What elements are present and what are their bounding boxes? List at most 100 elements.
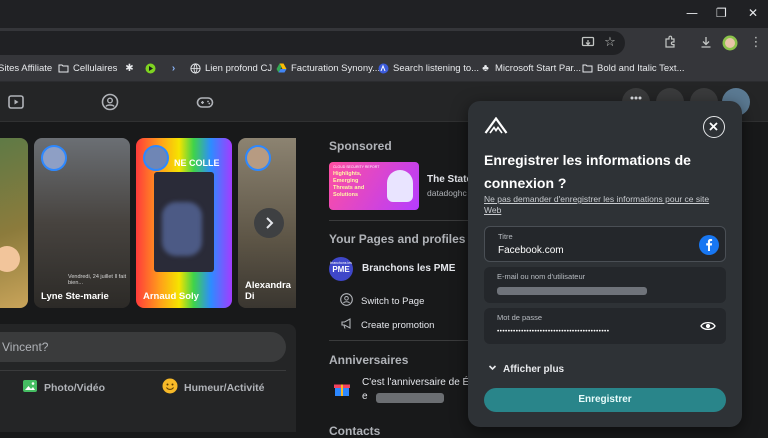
bookmark-label: Microsoft Start Par... (495, 63, 582, 74)
story-name: Alexandra Di (245, 280, 291, 302)
birthday-text-line2: e (362, 391, 368, 402)
bookmark-label: Lien profond CJ (205, 63, 273, 74)
birthday-text: C'est l'anniversaire de É (362, 377, 470, 388)
composer-placeholder: Vincent? (2, 340, 49, 354)
sponsored-header: Sponsored (329, 139, 392, 153)
url-field[interactable]: ☆ (0, 31, 625, 55)
close-window-button[interactable]: ✕ (748, 6, 758, 20)
extensions-icon[interactable] (662, 35, 678, 51)
bookmark-microsoft-start[interactable]: ♣ Microsoft Start Par... (480, 63, 581, 74)
bookmark-label: Cellulaires (73, 63, 118, 74)
post-composer: Vincent? Photo/Vidéo Humeur/Activité (0, 324, 296, 432)
ad-image[interactable]: CLOUD SECURITY REPORT Highlights, Emergi… (329, 162, 419, 210)
story-image (154, 172, 214, 272)
bookmark-label: Bold and Italic Text... (597, 63, 685, 74)
email-field[interactable]: E-mail ou nom d'utilisateur (484, 267, 726, 303)
bookmark-chevron[interactable]: › (168, 63, 179, 74)
title-field-label: Titre (498, 232, 513, 241)
bookmark-bug[interactable]: ✱ (124, 63, 135, 74)
chevron-down-icon (488, 363, 497, 375)
story-meta: Vendredi, 24 juillet Il fait bien... (68, 274, 127, 286)
play-icon (145, 63, 156, 74)
page-logo-small: branchons les (330, 261, 352, 265)
browser-titlebar: — ❐ ✕ (0, 0, 768, 28)
minimize-button[interactable]: — (686, 6, 698, 20)
stories-next-button[interactable] (254, 208, 284, 238)
story-overlay-text: NE COLLE (174, 158, 220, 168)
bookmark-label: Search listening to... (393, 63, 480, 74)
whats-on-your-mind-input[interactable]: Vincent? (0, 332, 286, 362)
bookmark-play[interactable] (145, 63, 156, 74)
create-promotion-row[interactable]: Create promotion (340, 317, 434, 333)
downloads-icon[interactable] (698, 35, 714, 51)
video-icon[interactable] (7, 93, 25, 111)
bookmark-label: Sites Affiliate (0, 63, 53, 74)
plant-icon: ♣ (482, 63, 489, 74)
gift-icon (333, 380, 351, 403)
story-card[interactable] (0, 138, 28, 308)
switch-to-page-label: Switch to Page (361, 295, 425, 307)
profile-avatar-icon[interactable] (722, 35, 738, 51)
folder-icon (58, 63, 69, 74)
never-ask-link[interactable]: Ne pas demander d'enregistrer les inform… (484, 194, 728, 216)
ad-image-caption: CLOUD SECURITY REPORT (333, 165, 380, 169)
ad-image-headline: Highlights, Emerging Threats and Solutio… (333, 171, 364, 199)
close-popup-button[interactable] (703, 116, 725, 138)
bookmark-cellulaires[interactable]: Cellulaires (58, 63, 117, 74)
megaphone-icon (340, 317, 353, 333)
story-name: Arnaud Soly (143, 291, 199, 302)
pages-header: Your Pages and profiles (329, 232, 466, 246)
globe-icon (190, 63, 201, 74)
save-login-popup: Enregistrer les informations de connexio… (468, 101, 742, 427)
page-logo[interactable]: branchons les PME (329, 257, 353, 281)
photo-video-button[interactable]: Photo/Vidéo (22, 378, 105, 397)
blurred-name (376, 393, 444, 403)
story-avatar (143, 145, 169, 171)
password-field-label: Mot de passe (497, 313, 543, 322)
facebook-icon (699, 235, 719, 260)
blurred-photo (162, 202, 202, 256)
bookmark-lien-profond[interactable]: Lien profond CJ (190, 63, 272, 74)
password-field[interactable]: Mot de passe •••••••••••••••••••••••••••… (484, 308, 726, 344)
smiley-icon (162, 378, 178, 397)
drive-icon (276, 63, 287, 74)
save-button[interactable]: Enregistrer (484, 388, 726, 412)
restore-button[interactable]: ❐ (716, 6, 727, 20)
story-card-lyne[interactable]: Vendredi, 24 juillet Il fait bien... Lyn… (34, 138, 130, 308)
folder-icon (582, 63, 593, 74)
install-app-icon[interactable] (580, 35, 596, 51)
mood-activity-button[interactable]: Humeur/Activité (162, 378, 265, 397)
bookmark-bold-italic[interactable]: Bold and Italic Text... (582, 63, 685, 74)
bookmark-search-listening[interactable]: Search listening to... (378, 63, 479, 74)
birthdays-header: Anniversaires (329, 353, 409, 367)
show-password-eye-icon[interactable] (700, 319, 716, 338)
ad-headline-line: Solutions (333, 192, 359, 198)
photo-icon (22, 378, 38, 397)
ad-domain: datadoghc (427, 188, 467, 198)
bookmark-sites-affiliate[interactable]: Sites Affiliate (0, 63, 52, 74)
menu-icon[interactable]: ⋮ (748, 35, 764, 51)
contacts-header: Contacts (329, 424, 381, 438)
bookmark-star-icon[interactable]: ☆ (602, 35, 618, 51)
title-field-value[interactable]: Facebook.com (498, 245, 564, 256)
show-more-toggle[interactable]: Afficher plus (488, 363, 564, 375)
bookmark-facturation[interactable]: Facturation Synony... (276, 63, 380, 74)
ad-title[interactable]: The State (427, 174, 472, 185)
gaming-icon[interactable] (196, 93, 214, 111)
divider (329, 220, 469, 221)
page-name[interactable]: Branchons les PME (362, 263, 455, 274)
password-field-value[interactable]: ••••••••••••••••••••••••••••••••••••••••… (497, 328, 609, 335)
story-avatar (245, 145, 271, 171)
ad-headline-line: Threats and (333, 185, 365, 191)
divider (329, 340, 469, 341)
groups-icon[interactable] (101, 93, 119, 111)
switch-to-page-row[interactable]: Switch to Page (340, 293, 424, 309)
create-promotion-label: Create promotion (361, 319, 435, 331)
ad-headline-line: Highlights, (333, 171, 362, 177)
title-field[interactable]: Titre Facebook.com (484, 226, 726, 262)
bookmarks-bar: Sites Affiliate Cellulaires ✱ › Lien pro… (0, 58, 768, 82)
story-card-arnaud[interactable]: NE COLLE Arnaud Soly (136, 138, 232, 308)
email-field-label: E-mail ou nom d'utilisateur (497, 272, 586, 281)
page-logo-text: PME (332, 265, 350, 274)
popup-title: Enregistrer les informations de connexio… (484, 152, 691, 191)
